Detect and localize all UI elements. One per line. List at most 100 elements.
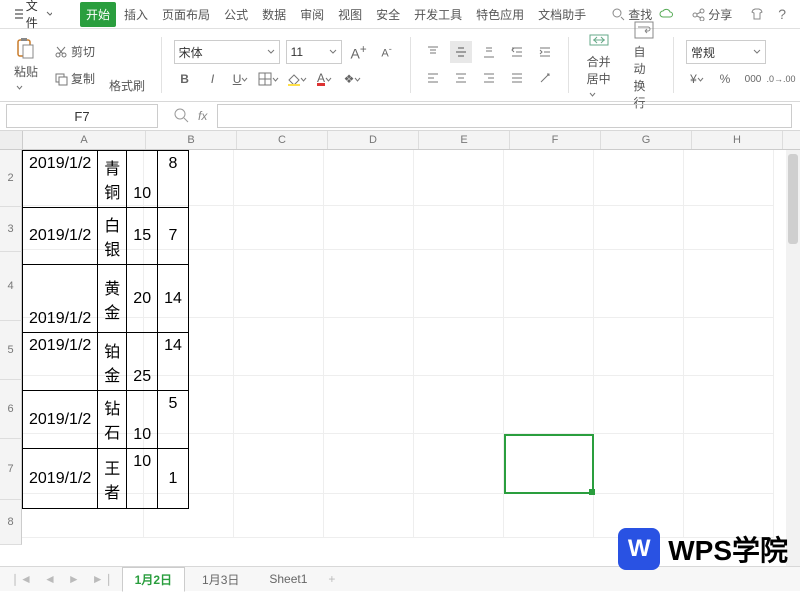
vertical-scrollbar[interactable] xyxy=(786,150,800,566)
add-sheet-button[interactable]: + xyxy=(324,572,339,586)
tab-insert[interactable]: 插入 xyxy=(118,2,154,27)
format-painter-button[interactable]: 格式刷 xyxy=(105,75,149,96)
tab-doc-helper[interactable]: 文档助手 xyxy=(532,2,592,27)
col-header-B[interactable]: B xyxy=(146,131,237,149)
italic-button[interactable]: I xyxy=(202,68,224,90)
wrap-text-button[interactable]: 自动换行 xyxy=(627,17,661,113)
sheet-tab-2[interactable]: 1月3日 xyxy=(189,567,252,592)
cell-A5[interactable]: 2019/1/2 xyxy=(23,333,98,391)
col-header-C[interactable]: C xyxy=(237,131,328,149)
cut-button[interactable]: 剪切 xyxy=(50,41,99,62)
tab-security[interactable]: 安全 xyxy=(370,2,406,27)
row-header-3[interactable]: 3 xyxy=(0,207,22,252)
row-header-6[interactable]: 6 xyxy=(0,380,22,439)
row-header-5[interactable]: 5 xyxy=(0,321,22,380)
row-header-7[interactable]: 7 xyxy=(0,439,22,500)
tab-data[interactable]: 数据 xyxy=(256,2,292,27)
formula-input[interactable] xyxy=(217,104,792,128)
cell-C5[interactable]: 25 xyxy=(127,333,158,391)
copy-button[interactable]: 复制 xyxy=(50,68,99,89)
currency-button[interactable]: ¥ xyxy=(686,68,708,90)
tab-formula[interactable]: 公式 xyxy=(218,2,254,27)
justify-button[interactable] xyxy=(506,67,528,89)
row-header-2[interactable]: 2 xyxy=(0,150,22,207)
fx-icon[interactable]: fx xyxy=(198,109,207,123)
help-icon[interactable]: ? xyxy=(778,6,786,22)
number-format-select[interactable]: 常规 xyxy=(686,40,766,64)
decrease-font-button[interactable]: A- xyxy=(376,41,398,63)
font-size-select[interactable]: 11 xyxy=(286,40,342,64)
tab-review[interactable]: 审阅 xyxy=(294,2,330,27)
sheet-nav-next[interactable]: ► xyxy=(64,572,84,586)
paste-button[interactable]: 粘贴 xyxy=(8,35,44,96)
increase-decimal-button[interactable]: .0→.00 xyxy=(770,68,792,90)
cell-A7[interactable]: 2019/1/2 xyxy=(23,449,98,509)
fill-color-button[interactable] xyxy=(286,68,308,90)
col-header-E[interactable]: E xyxy=(419,131,510,149)
cell-D3[interactable]: 7 xyxy=(158,208,189,265)
cell-C3[interactable]: 15 xyxy=(127,208,158,265)
percent-button[interactable]: % xyxy=(714,68,736,90)
cell-D2[interactable]: 8 xyxy=(158,151,189,208)
align-left-button[interactable] xyxy=(422,67,444,89)
sheet-tab-3[interactable]: Sheet1 xyxy=(256,568,320,590)
skin-icon[interactable] xyxy=(750,7,764,21)
cell-B2[interactable]: 青 铜 xyxy=(98,151,127,208)
cell-A2[interactable]: 2019/1/2 xyxy=(23,151,98,208)
increase-font-button[interactable]: A+ xyxy=(348,41,370,63)
col-header-G[interactable]: G xyxy=(601,131,692,149)
font-name-select[interactable]: 宋体 xyxy=(174,40,280,64)
cell-B7[interactable]: 王者 xyxy=(98,449,127,509)
scrollbar-thumb[interactable] xyxy=(788,154,798,244)
merge-center-button[interactable]: 合并居中 xyxy=(581,27,618,103)
zoom-icon[interactable] xyxy=(174,108,190,124)
tab-start[interactable]: 开始 xyxy=(80,2,116,27)
border-button[interactable] xyxy=(258,68,280,90)
tab-view[interactable]: 视图 xyxy=(332,2,368,27)
cell-A6[interactable]: 2019/1/2 xyxy=(23,391,98,449)
cell-A3[interactable]: 2019/1/2 xyxy=(23,208,98,265)
orientation-button[interactable] xyxy=(534,67,556,89)
row-header-8[interactable]: 8 xyxy=(0,500,22,545)
sheet-tab-1[interactable]: 1月2日 xyxy=(122,567,185,592)
bold-button[interactable]: B xyxy=(174,68,196,90)
thousands-button[interactable]: 000 xyxy=(742,68,764,90)
align-top-button[interactable] xyxy=(422,41,444,63)
cell-C2[interactable]: 10 xyxy=(127,151,158,208)
cell-B4[interactable]: 黄金 xyxy=(98,265,127,333)
tab-page-layout[interactable]: 页面布局 xyxy=(156,2,216,27)
cell-C7[interactable]: 10 xyxy=(127,449,158,509)
font-color-button[interactable]: A xyxy=(314,68,336,90)
tab-dev-tools[interactable]: 开发工具 xyxy=(408,2,468,27)
cell-D6[interactable]: 5 xyxy=(158,391,189,449)
col-header-D[interactable]: D xyxy=(328,131,419,149)
cell-C6[interactable]: 10 xyxy=(127,391,158,449)
underline-button[interactable]: U xyxy=(230,68,252,90)
align-center-button[interactable] xyxy=(450,67,472,89)
tab-special[interactable]: 特色应用 xyxy=(470,2,530,27)
sheet-nav-first[interactable]: ❘◄ xyxy=(6,572,36,586)
row-header-4[interactable]: 4 xyxy=(0,252,22,321)
col-header-F[interactable]: F xyxy=(510,131,601,149)
align-middle-button[interactable] xyxy=(450,41,472,63)
cell-D7[interactable]: 1 xyxy=(158,449,189,509)
select-all-corner[interactable] xyxy=(0,131,23,149)
cell-B6[interactable]: 钻石 xyxy=(98,391,127,449)
cell-C4[interactable]: 20 xyxy=(127,265,158,333)
decrease-indent-button[interactable] xyxy=(506,41,528,63)
col-header-A[interactable]: A xyxy=(23,131,146,149)
sheet-nav-prev[interactable]: ◄ xyxy=(40,572,60,586)
share-button[interactable]: 分享 xyxy=(688,4,736,25)
cell-A4[interactable]: 2019/1/2 xyxy=(23,265,98,333)
name-box[interactable]: F7 xyxy=(6,104,158,128)
phonetic-button[interactable]: ❖ xyxy=(342,68,364,90)
file-menu[interactable]: 文件 xyxy=(8,0,58,33)
align-right-button[interactable] xyxy=(478,67,500,89)
cell-B5[interactable]: 铂金 xyxy=(98,333,127,391)
sheet-nav-last[interactable]: ►❘ xyxy=(88,572,118,586)
col-header-H[interactable]: H xyxy=(692,131,783,149)
increase-indent-button[interactable] xyxy=(534,41,556,63)
cell-D5[interactable]: 14 xyxy=(158,333,189,391)
align-bottom-button[interactable] xyxy=(478,41,500,63)
cell-B3[interactable]: 白银 xyxy=(98,208,127,265)
